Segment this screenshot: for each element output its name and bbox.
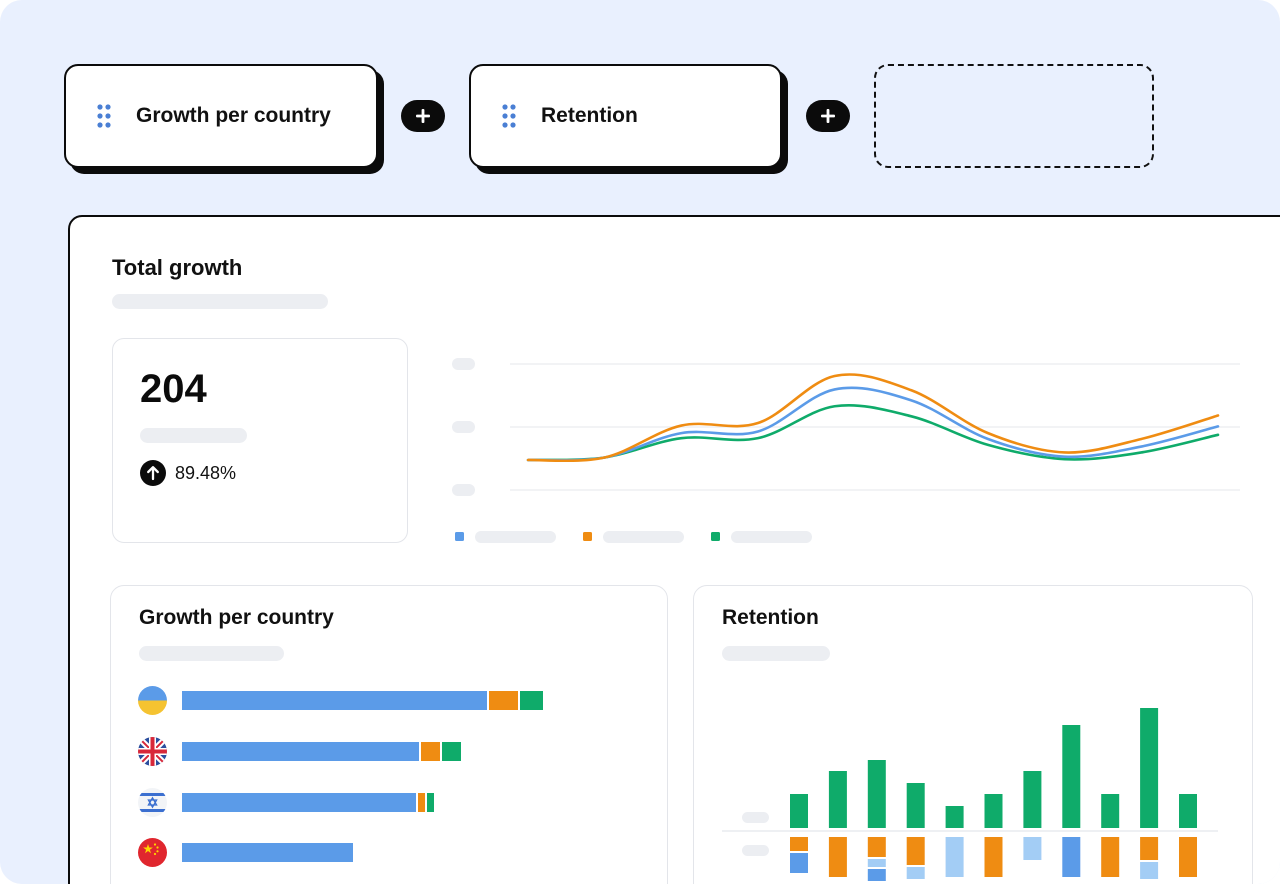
- stat-card: 204 89.48%: [112, 338, 408, 543]
- legend-swatch-green: [711, 532, 720, 541]
- country-bar: [182, 742, 461, 761]
- bar-up: [906, 783, 925, 828]
- plus-icon: [821, 109, 835, 123]
- total-growth-line-chart: [452, 358, 1240, 543]
- bar-up: [1179, 794, 1197, 828]
- country-row: [138, 788, 434, 817]
- bar-down-segment-orange: [867, 837, 886, 857]
- country-bar: [182, 843, 353, 862]
- stat-change-percent: 89.48%: [175, 462, 237, 483]
- bar-segment-orange: [419, 742, 440, 761]
- bar-down-segment-orange: [906, 837, 925, 865]
- stat-change: 89.48%: [140, 460, 236, 486]
- bar-up: [945, 806, 964, 828]
- legend-swatch-orange: [583, 532, 592, 541]
- bar-up: [828, 771, 847, 828]
- legend-swatch-blue: [455, 532, 464, 541]
- country-row: [138, 737, 461, 766]
- bar-segment-green: [518, 691, 543, 710]
- country-bar: [182, 691, 543, 710]
- add-widget-button[interactable]: [401, 100, 445, 132]
- bar-segment-blue: [182, 691, 487, 710]
- stat-value: 204: [140, 367, 207, 411]
- bar-up: [867, 760, 886, 828]
- page-title: Total growth: [112, 255, 243, 280]
- bar-up: [1062, 725, 1081, 828]
- bar-down-segment-light_blue: [1140, 862, 1159, 879]
- y-tick-label-placeholder: [452, 484, 475, 496]
- bar-segment-green: [425, 793, 434, 812]
- bar-up: [790, 794, 808, 828]
- bar-down-segment-light_blue: [867, 859, 886, 867]
- bar-down-segment-light_blue: [906, 867, 925, 879]
- plus-icon: [416, 109, 430, 123]
- country-row: [138, 686, 543, 715]
- country-row: [138, 838, 353, 867]
- legend-label-placeholder: [603, 531, 684, 543]
- dashboard-panel: Total growth 204 89.48% Growth per count…: [68, 215, 1280, 884]
- series-line-orange: [526, 373, 1220, 463]
- country-bar: [182, 793, 434, 812]
- china-flag-icon: [138, 838, 167, 867]
- widget-chip-retention[interactable]: Retention: [469, 64, 782, 168]
- bar-up: [1101, 794, 1120, 828]
- retention-card: Retention: [693, 585, 1253, 884]
- add-widget-button[interactable]: [806, 100, 850, 132]
- drag-handle-icon[interactable]: [501, 104, 517, 128]
- bar-down-segment-blue: [1062, 837, 1081, 877]
- widget-chip-label: Retention: [541, 104, 638, 127]
- bar-down-segment-light_blue: [945, 837, 964, 877]
- stat-caption-placeholder: [140, 428, 247, 443]
- bar-down-segment-orange: [1101, 837, 1120, 877]
- bar-up: [1023, 771, 1042, 828]
- retention-bar-chart: [722, 708, 1218, 881]
- bar-segment-green: [440, 742, 461, 761]
- bar-segment-blue: [182, 793, 416, 812]
- bar-down-segment-blue: [790, 853, 808, 873]
- y-tick-label-placeholder: [742, 812, 769, 823]
- bar-down-segment-orange: [1140, 837, 1159, 860]
- canvas: Growth per country Retention Total growt…: [0, 0, 1280, 884]
- bar-down-segment-orange: [1179, 837, 1197, 877]
- subtitle-placeholder: [112, 294, 328, 309]
- widget-chip-growth-per-country[interactable]: Growth per country: [64, 64, 378, 168]
- growth-per-country-card: Growth per country: [110, 585, 668, 884]
- bar-down-segment-orange: [828, 837, 847, 877]
- y-tick-label-placeholder: [452, 358, 475, 370]
- y-tick-label-placeholder: [742, 845, 769, 856]
- arrow-up-icon: [140, 460, 166, 486]
- legend-label-placeholder: [731, 531, 812, 543]
- bar-segment-orange: [487, 691, 518, 710]
- card-title: Growth per country: [139, 606, 334, 629]
- israel-flag-icon: [138, 788, 167, 817]
- subtitle-placeholder: [139, 646, 284, 661]
- bar-segment-blue: [182, 843, 353, 862]
- empty-widget-slot[interactable]: [874, 64, 1154, 168]
- bar-segment-blue: [182, 742, 419, 761]
- bar-down-segment-blue: [867, 869, 886, 881]
- bar-segment-orange: [416, 793, 425, 812]
- series-line-blue: [526, 386, 1220, 462]
- bar-down-segment-orange: [790, 837, 808, 851]
- bar-up: [984, 794, 1003, 828]
- bar-up: [1140, 708, 1159, 828]
- ukraine-flag-icon: [138, 686, 167, 715]
- bar-down-segment-orange: [984, 837, 1003, 877]
- drag-handle-icon[interactable]: [96, 104, 112, 128]
- legend-label-placeholder: [475, 531, 556, 543]
- widget-chip-label: Growth per country: [136, 104, 331, 127]
- uk-flag-icon: [138, 737, 167, 766]
- y-tick-label-placeholder: [452, 421, 475, 433]
- bar-down-segment-light_blue: [1023, 837, 1042, 860]
